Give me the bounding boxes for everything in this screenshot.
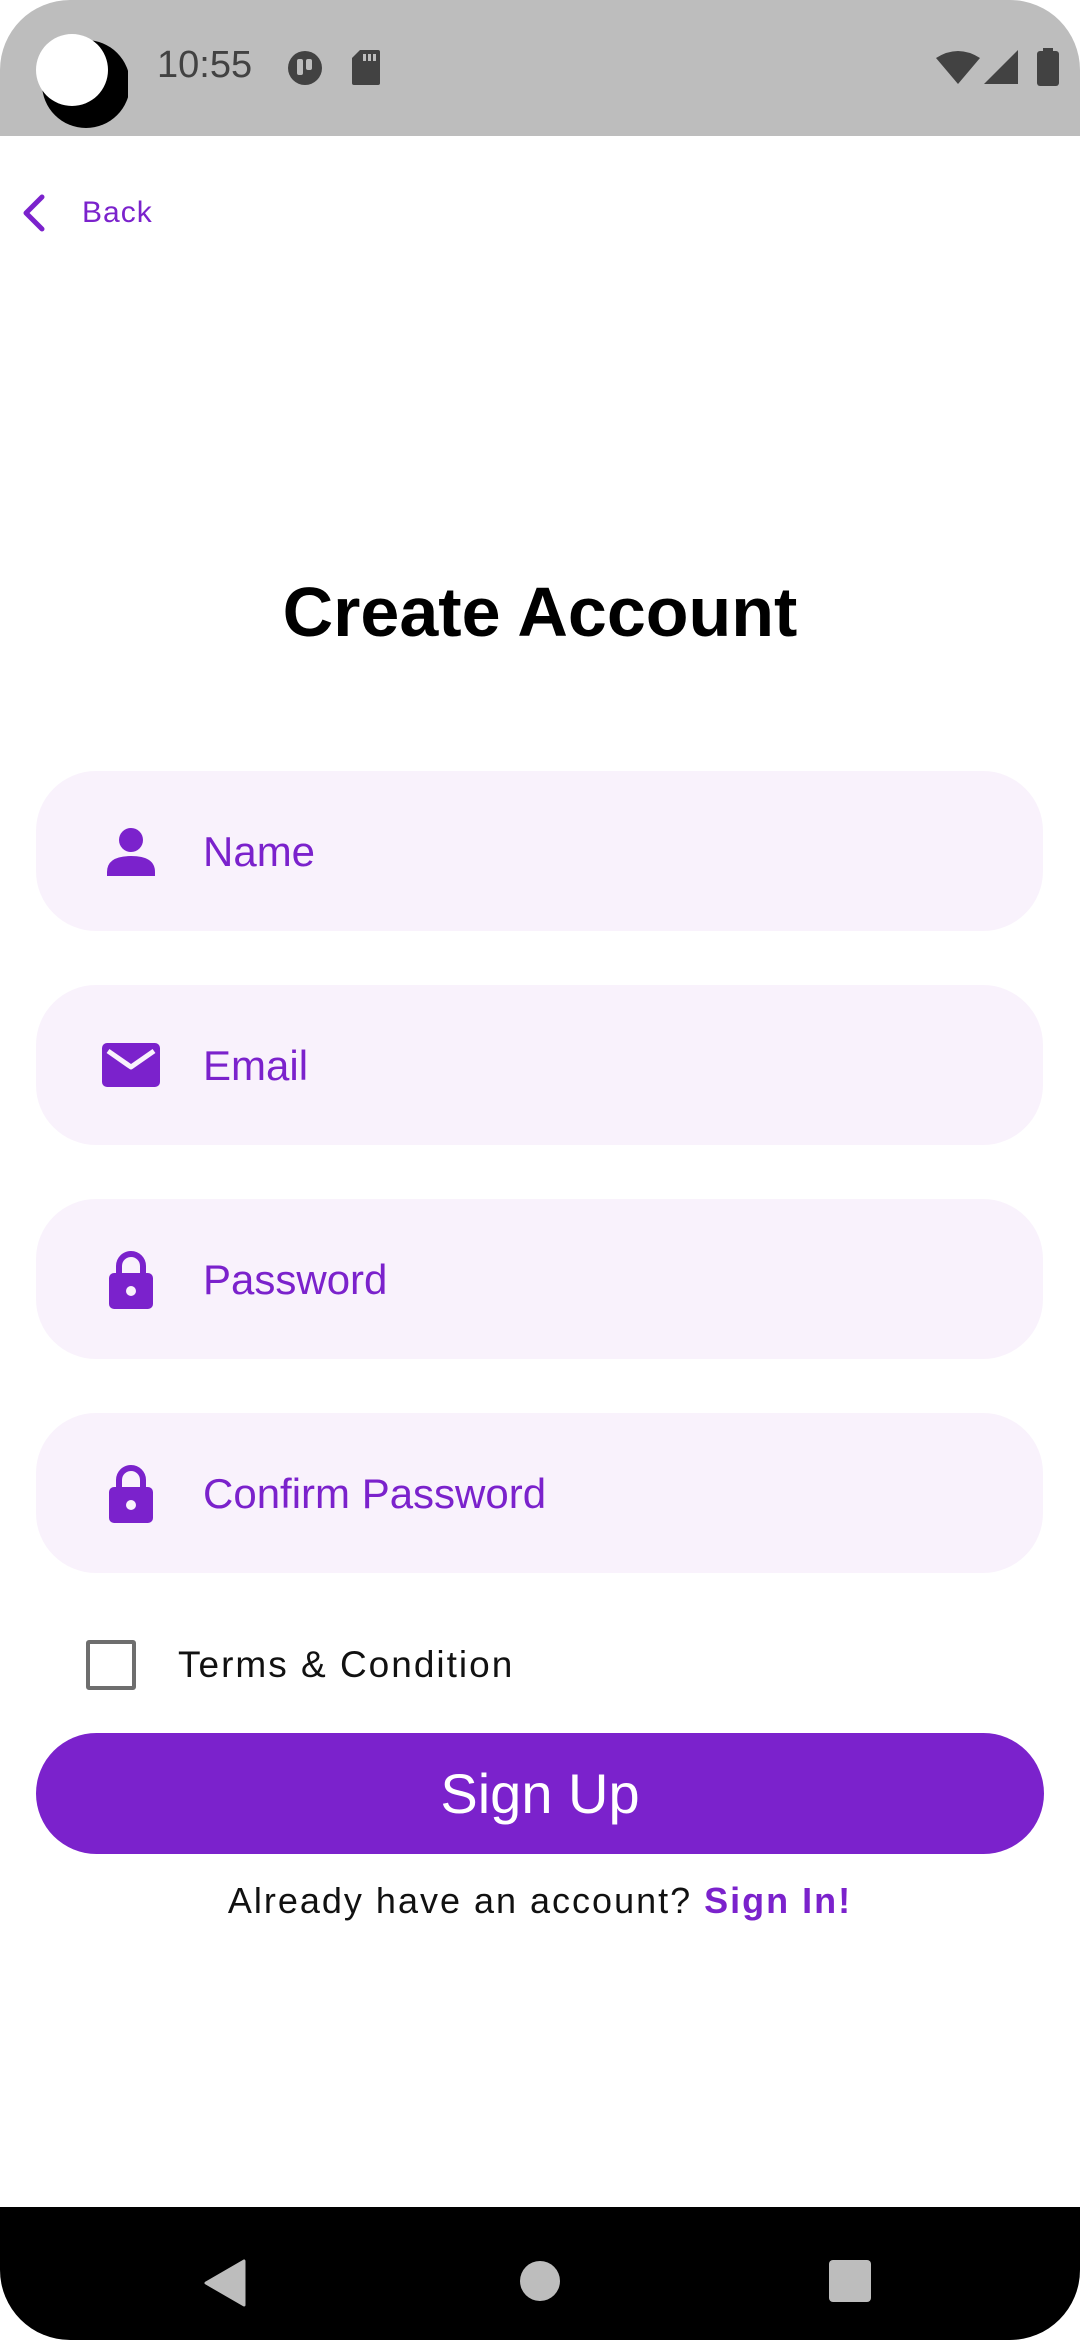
chevron-left-icon bbox=[23, 194, 45, 232]
status-time: 10:55 bbox=[157, 44, 253, 86]
recents-square-icon[interactable] bbox=[828, 2259, 872, 2303]
back-button[interactable]: Back bbox=[18, 188, 153, 238]
home-circle-icon[interactable] bbox=[518, 2259, 562, 2303]
terms-checkbox[interactable] bbox=[86, 1640, 136, 1690]
wifi-icon bbox=[936, 51, 980, 84]
sign-up-button[interactable]: Sign Up bbox=[36, 1733, 1044, 1854]
password-input[interactable] bbox=[201, 1199, 1005, 1361]
lock-icon bbox=[109, 1465, 153, 1523]
already-have-account-text: Already have an account? bbox=[227, 1880, 693, 1921]
password-field[interactable] bbox=[36, 1199, 1043, 1361]
status-bar: 10:55 bbox=[0, 0, 1080, 136]
person-icon bbox=[107, 828, 155, 876]
confirm-password-input[interactable] bbox=[201, 1413, 1005, 1575]
email-input[interactable] bbox=[201, 985, 1005, 1147]
navigation-bar bbox=[0, 2207, 1080, 2340]
page-title: Create Account bbox=[282, 573, 798, 651]
app-notification-icon bbox=[288, 51, 322, 85]
cell-signal-icon bbox=[984, 50, 1018, 84]
terms-label: Terms & Condition bbox=[178, 1644, 515, 1685]
confirm-password-field[interactable] bbox=[36, 1413, 1043, 1575]
lock-icon bbox=[109, 1251, 153, 1309]
back-triangle-icon[interactable] bbox=[200, 2259, 248, 2307]
email-field[interactable] bbox=[36, 985, 1043, 1147]
name-input[interactable] bbox=[201, 771, 1005, 933]
battery-icon bbox=[1037, 48, 1059, 86]
mail-icon bbox=[102, 1043, 160, 1087]
sd-card-icon bbox=[352, 50, 380, 85]
terms-row[interactable]: Terms & Condition bbox=[86, 1640, 514, 1690]
name-field[interactable] bbox=[36, 771, 1043, 933]
camera-cutout bbox=[36, 34, 128, 128]
sign-in-prompt: Already have an account? Sign In! bbox=[0, 1880, 1080, 1922]
back-label: Back bbox=[82, 196, 153, 229]
sign-in-link[interactable]: Sign In! bbox=[704, 1880, 852, 1921]
